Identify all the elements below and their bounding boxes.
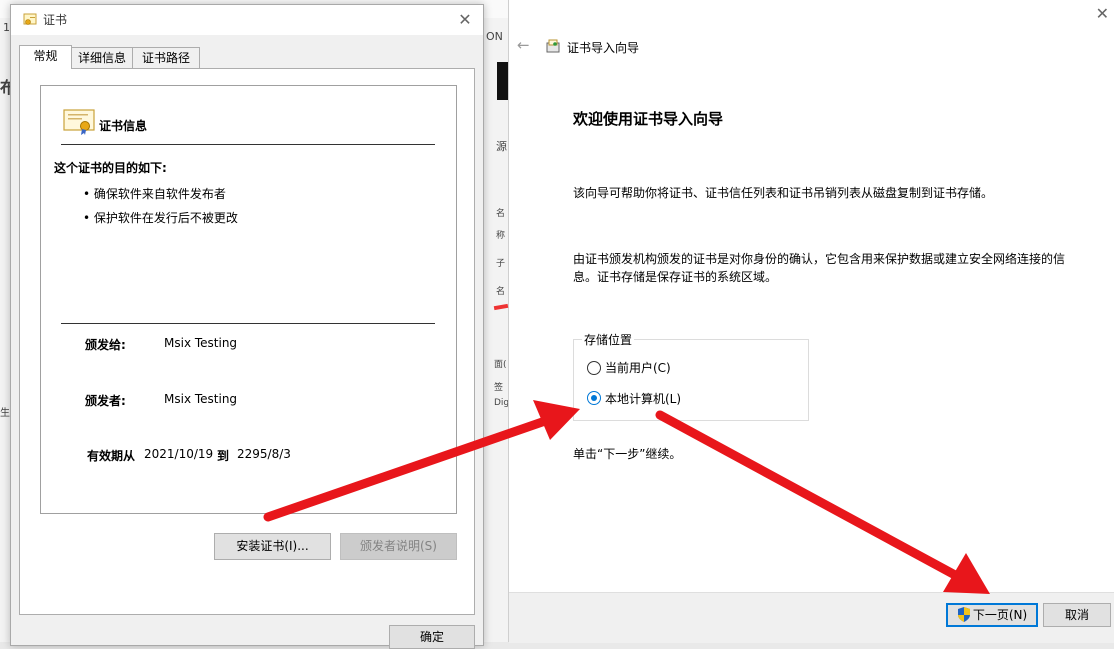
certificate-info-frame: 证书信息 这个证书的目的如下: • 确保软件来自软件发布者 • 保护软件在发行后… xyxy=(40,85,457,514)
background-text: Dig xyxy=(494,398,510,408)
continue-hint: 单击“下一步”继续。 xyxy=(573,447,682,461)
background-text: 名 xyxy=(496,209,506,219)
tab-details[interactable]: 详细信息 xyxy=(71,47,133,68)
certificate-wizard-icon xyxy=(546,39,560,53)
divider xyxy=(61,144,435,145)
valid-to-value: 2295/8/3 xyxy=(237,447,291,461)
next-button[interactable]: 下一页(N) xyxy=(946,603,1038,627)
close-icon[interactable]: ✕ xyxy=(453,9,477,31)
cancel-button[interactable]: 取消 xyxy=(1043,603,1111,627)
wizard-description-line: 由证书颁发机构颁发的证书是对你身份的确认，它包含用来保护数据或建立安全网络连接的… xyxy=(573,252,1066,266)
certificate-icon xyxy=(23,13,37,25)
certificate-info-icon xyxy=(63,109,95,135)
purpose-item: • 确保软件来自软件发布者 xyxy=(83,187,226,201)
issued-by-label: 颁发者: xyxy=(85,394,126,408)
background-text: 面( xyxy=(494,360,507,370)
valid-from-value: 2021/10/19 xyxy=(144,447,214,461)
purpose-item: • 保护软件在发行后不被更改 xyxy=(83,211,238,225)
issued-to-value: Msix Testing xyxy=(164,336,238,350)
wizard-description-line: 息。证书存储是保存证书的系统区域。 xyxy=(573,270,778,284)
purpose-title: 这个证书的目的如下: xyxy=(54,161,167,175)
store-location-group xyxy=(573,339,809,421)
back-arrow-icon[interactable]: ← xyxy=(517,36,530,54)
wizard-heading: 欢迎使用证书导入向导 xyxy=(573,110,724,128)
background-text: 名 xyxy=(496,287,506,297)
general-tab-panel: 证书信息 这个证书的目的如下: • 确保软件来自软件发布者 • 保护软件在发行后… xyxy=(19,68,475,615)
wizard-window-title: 证书导入向导 xyxy=(567,41,640,55)
certificate-dialog: 证书 ✕ 常规 详细信息 证书路径 证书信息 这个证书的目的如下: • 确保软件… xyxy=(10,4,484,649)
local-machine-label[interactable]: 本地计算机(L) xyxy=(605,390,681,407)
current-user-radio[interactable] xyxy=(587,361,601,375)
next-button-label: 下一页(N) xyxy=(972,608,1028,622)
issued-to-label: 颁发给: xyxy=(85,338,126,352)
issuer-statement-button[interactable]: 颁发者说明(S) xyxy=(340,533,457,560)
wizard-intro: 该向导可帮助你将证书、证书信任列表和证书吊销列表从磁盘复制到证书存储。 xyxy=(573,186,994,200)
title-bar: 证书 ✕ xyxy=(11,5,483,35)
tab-general[interactable]: 常规 xyxy=(19,45,72,69)
dialog-title: 证书 xyxy=(43,13,68,27)
ok-button[interactable]: 确定 xyxy=(389,625,475,649)
issued-by-value: Msix Testing xyxy=(164,392,238,406)
certificate-info-title: 证书信息 xyxy=(99,119,148,133)
background-text: 签 xyxy=(494,383,504,393)
local-machine-radio[interactable] xyxy=(587,391,601,405)
uac-shield-icon xyxy=(957,607,970,622)
validity-to-label: 到 xyxy=(217,449,230,463)
tab-certification-path[interactable]: 证书路径 xyxy=(132,47,200,68)
background-text: 源 xyxy=(496,140,507,153)
close-icon[interactable]: ✕ xyxy=(1096,4,1109,23)
validity-label: 有效期从 xyxy=(87,449,136,463)
background-text: 子 xyxy=(496,259,506,269)
wizard-footer: 下一页(N) 取消 xyxy=(509,592,1114,643)
store-location-label: 存储位置 xyxy=(582,331,635,348)
background-text: ON xyxy=(486,30,503,43)
install-certificate-button[interactable]: 安装证书(I)... xyxy=(214,533,331,560)
certificate-import-wizard: ← 证书导入向导 ✕ 欢迎使用证书导入向导 该向导可帮助你将证书、证书信任列表和… xyxy=(508,0,1114,643)
background-text: 称 xyxy=(496,231,506,241)
current-user-label[interactable]: 当前用户(C) xyxy=(605,359,671,376)
divider xyxy=(61,323,435,324)
